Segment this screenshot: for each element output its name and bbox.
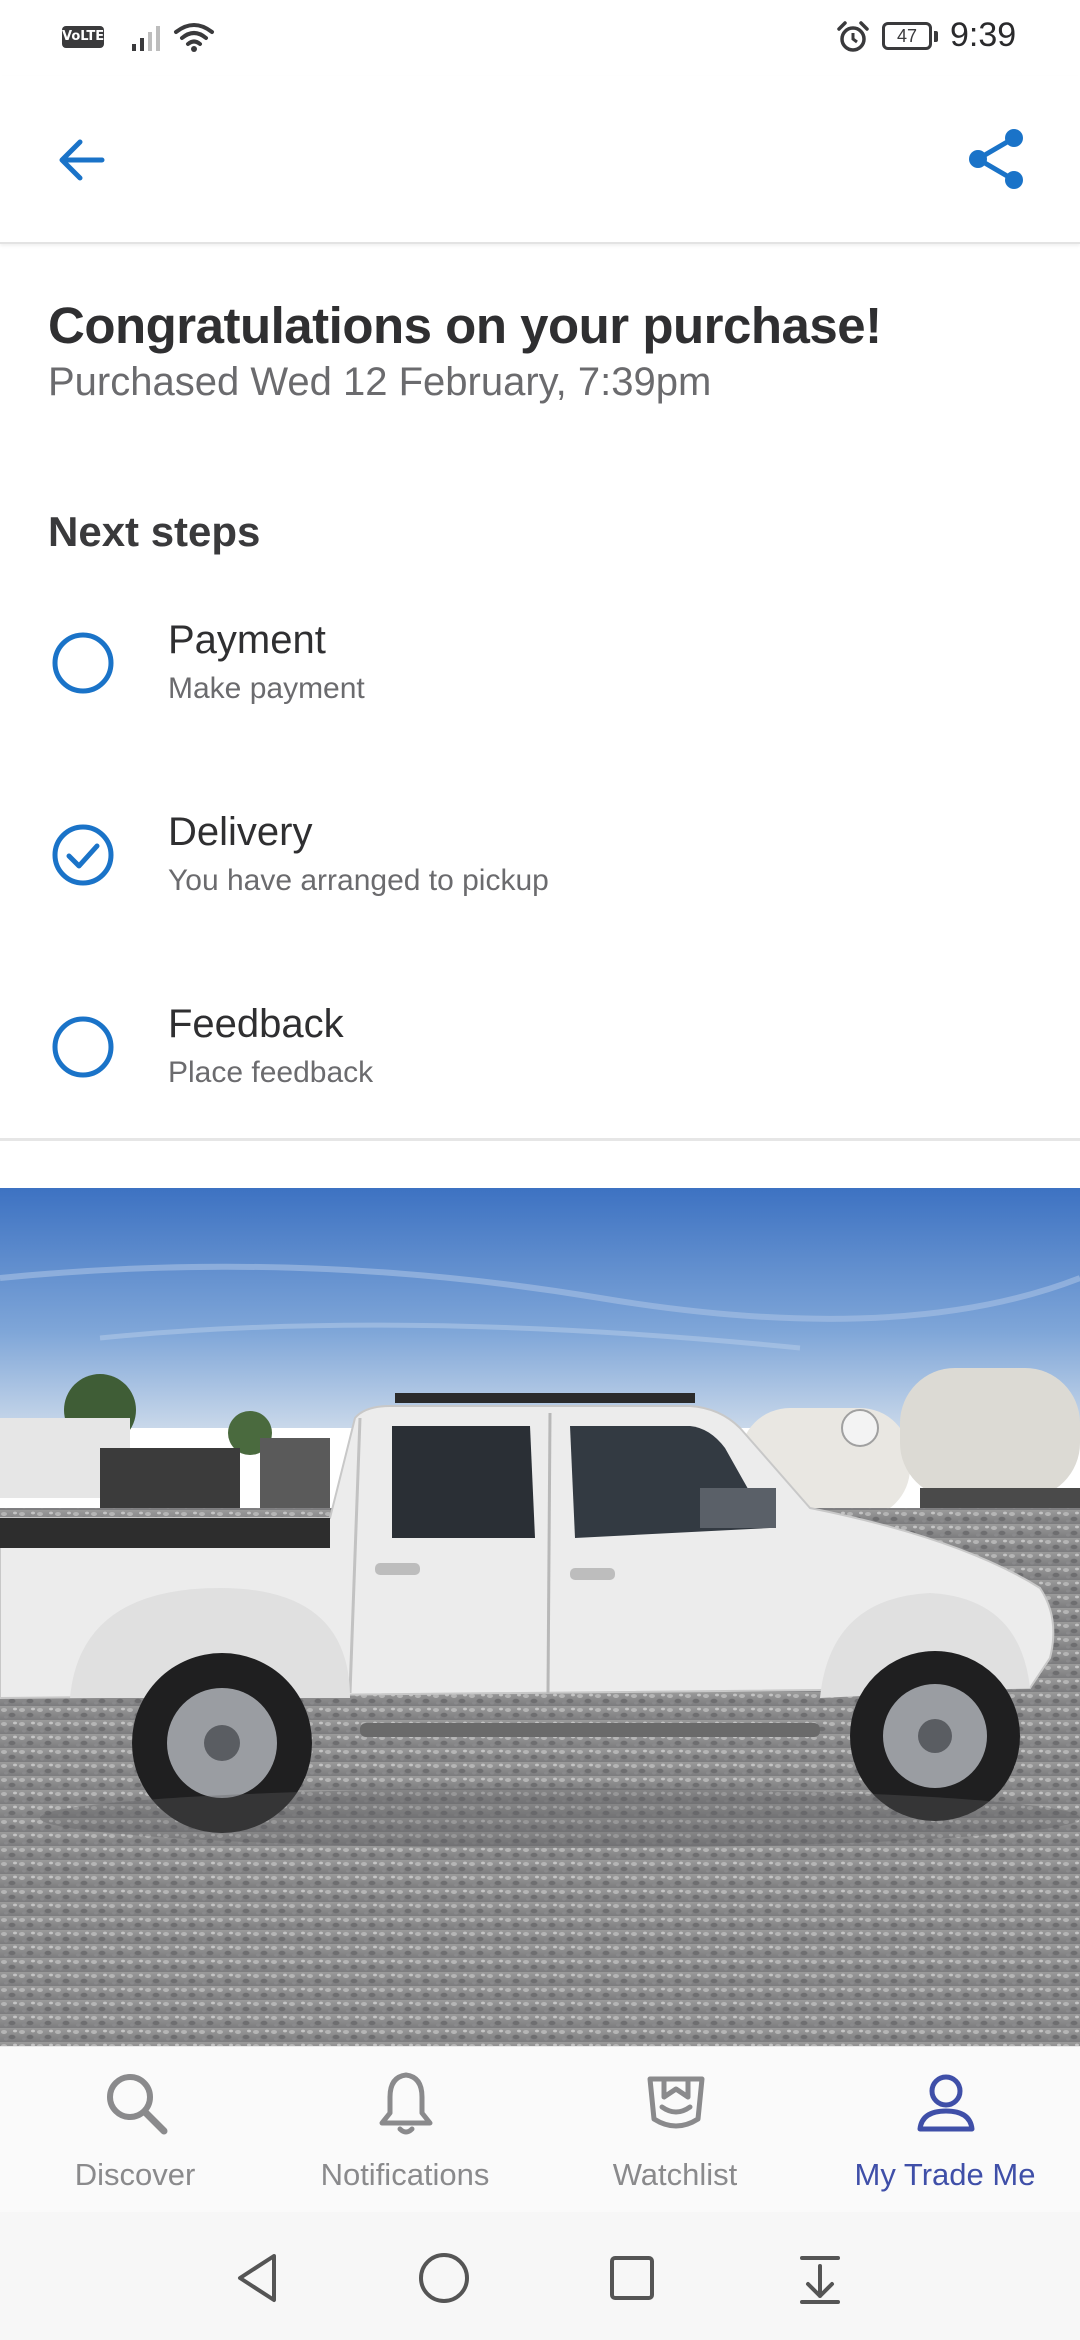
share-icon[interactable] bbox=[962, 124, 1032, 194]
nav-label: Watchlist bbox=[612, 2157, 738, 2192]
back-arrow-icon[interactable] bbox=[52, 130, 112, 190]
section-divider bbox=[0, 1138, 1080, 1141]
bottom-navigation: Discover Notifications Watchlist My Trad… bbox=[0, 2046, 1080, 2213]
system-navigation-bar bbox=[0, 2212, 1080, 2340]
page-title: Congratulations on your purchase! bbox=[48, 297, 882, 354]
nav-label: My Trade Me bbox=[854, 2157, 1036, 2192]
bell-icon bbox=[379, 2072, 433, 2135]
nav-notifications[interactable]: Notifications bbox=[270, 2047, 540, 2213]
step-sublabel: You have arranged to pickup bbox=[168, 864, 549, 897]
clock: 9:39 bbox=[950, 16, 1017, 54]
volte-badge: VoLTE bbox=[62, 26, 104, 48]
nav-label: Notifications bbox=[320, 2157, 490, 2192]
nav-my-trade-me[interactable]: My Trade Me bbox=[810, 2047, 1080, 2213]
listing-photo[interactable] bbox=[0, 1188, 1080, 2046]
step-feedback[interactable]: Feedback Place feedback bbox=[0, 990, 1080, 1130]
status-bar: VoLTE 47 9:39 bbox=[0, 0, 1080, 76]
wifi-icon bbox=[174, 23, 214, 52]
battery-indicator: 47 bbox=[882, 22, 938, 50]
notification-shade-icon[interactable] bbox=[790, 2248, 850, 2308]
search-icon bbox=[107, 2074, 168, 2135]
circle-outline-icon bbox=[52, 632, 114, 694]
step-label: Feedback bbox=[168, 1002, 344, 1046]
step-label: Delivery bbox=[168, 810, 313, 854]
nav-label: Discover bbox=[74, 2157, 196, 2192]
purchase-confirmation-screen: VoLTE 47 9:39 Congratulations on your pu… bbox=[0, 0, 1080, 2340]
check-circle-icon bbox=[52, 824, 114, 886]
step-label: Payment bbox=[168, 618, 326, 662]
purchase-date: Purchased Wed 12 February, 7:39pm bbox=[48, 360, 712, 404]
circle-outline-icon bbox=[52, 1016, 114, 1078]
back-triangle-icon[interactable] bbox=[228, 2248, 288, 2308]
step-sublabel: Place feedback bbox=[168, 1056, 374, 1089]
signal-icon bbox=[132, 26, 160, 51]
nav-discover[interactable]: Discover bbox=[0, 2047, 270, 2213]
step-sublabel: Make payment bbox=[168, 672, 365, 705]
next-steps-heading: Next steps bbox=[48, 508, 261, 555]
recents-square-icon[interactable] bbox=[602, 2248, 662, 2308]
step-delivery[interactable]: Delivery You have arranged to pickup bbox=[0, 798, 1080, 938]
app-bar bbox=[0, 76, 1080, 244]
watchlist-icon bbox=[647, 2076, 705, 2129]
nav-watchlist[interactable]: Watchlist bbox=[540, 2047, 810, 2213]
alarm-icon bbox=[837, 21, 869, 52]
step-payment[interactable]: Payment Make payment bbox=[0, 606, 1080, 746]
user-icon bbox=[917, 2074, 975, 2132]
home-circle-icon[interactable] bbox=[414, 2248, 474, 2308]
